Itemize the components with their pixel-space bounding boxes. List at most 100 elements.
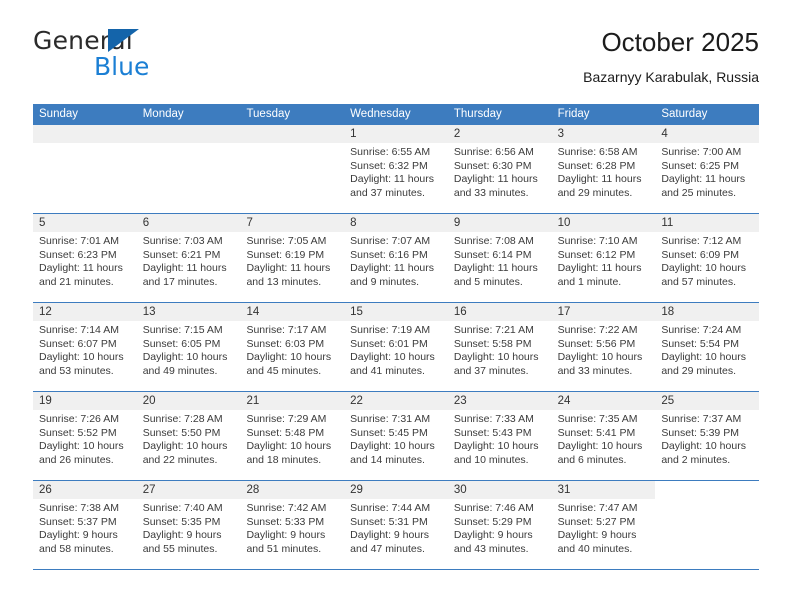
day-cell[interactable]: 17 Sunrise: 7:22 AM Sunset: 5:56 PM Dayl…	[551, 303, 656, 391]
day-cell[interactable]: 11 Sunrise: 7:12 AM Sunset: 6:09 PM Dayl…	[655, 214, 760, 302]
day-details: Sunrise: 7:14 AM Sunset: 6:07 PM Dayligh…	[33, 321, 137, 378]
sunset-text: Sunset: 5:43 PM	[453, 426, 532, 439]
day-details: Sunrise: 7:28 AM Sunset: 5:50 PM Dayligh…	[137, 410, 241, 467]
day-details: Sunrise: 7:12 AM Sunset: 6:09 PM Dayligh…	[655, 232, 759, 289]
sunset-text: Sunset: 6:12 PM	[557, 248, 636, 261]
day-cell[interactable]	[136, 125, 241, 213]
day-cell[interactable]: 23 Sunrise: 7:33 AM Sunset: 5:43 PM Dayl…	[447, 392, 552, 480]
day-details: Sunrise: 7:40 AM Sunset: 5:35 PM Dayligh…	[137, 499, 241, 556]
page-header: General Blue October 2025 Bazarnyy Karab…	[33, 26, 759, 96]
sunrise-text: Sunrise: 7:14 AM	[39, 324, 119, 336]
week-row: 26 Sunrise: 7:38 AM Sunset: 5:37 PM Dayl…	[33, 481, 759, 570]
day-details: Sunrise: 7:31 AM Sunset: 5:45 PM Dayligh…	[344, 410, 448, 467]
weekday-header-saturday: Saturday	[661, 108, 708, 120]
day-cell[interactable]: 2 Sunrise: 6:56 AM Sunset: 6:30 PM Dayli…	[447, 125, 552, 213]
day-details: Sunrise: 7:24 AM Sunset: 5:54 PM Dayligh…	[655, 321, 759, 378]
day-number: 31	[551, 481, 656, 499]
sunset-text: Sunset: 5:33 PM	[246, 515, 325, 528]
day-cell[interactable]: 10 Sunrise: 7:10 AM Sunset: 6:12 PM Dayl…	[551, 214, 656, 302]
day-cell[interactable]	[655, 481, 759, 569]
day-cell[interactable]: 15 Sunrise: 7:19 AM Sunset: 6:01 PM Dayl…	[344, 303, 448, 391]
daylight-text-line1: Daylight: 9 hours	[453, 529, 533, 542]
day-details: Sunrise: 7:15 AM Sunset: 6:05 PM Dayligh…	[137, 321, 241, 378]
day-cell[interactable]: 21 Sunrise: 7:29 AM Sunset: 5:48 PM Dayl…	[240, 392, 345, 480]
daylight-text-line1: Daylight: 11 hours	[350, 173, 435, 186]
day-cell[interactable]	[33, 125, 137, 213]
day-cell[interactable]: 6 Sunrise: 7:03 AM Sunset: 6:21 PM Dayli…	[136, 214, 241, 302]
daylight-text-line1: Daylight: 11 hours	[557, 173, 642, 186]
sunrise-text: Sunrise: 7:24 AM	[661, 324, 742, 336]
sunrise-text: Sunrise: 7:40 AM	[142, 502, 223, 514]
day-cell[interactable]: 12 Sunrise: 7:14 AM Sunset: 6:07 PM Dayl…	[33, 303, 137, 391]
day-details: Sunrise: 6:58 AM Sunset: 6:28 PM Dayligh…	[552, 143, 656, 200]
day-cell[interactable]: 9 Sunrise: 7:08 AM Sunset: 6:14 PM Dayli…	[447, 214, 552, 302]
day-details: Sunrise: 7:10 AM Sunset: 6:12 PM Dayligh…	[552, 232, 656, 289]
day-cell[interactable]: 8 Sunrise: 7:07 AM Sunset: 6:16 PM Dayli…	[344, 214, 448, 302]
day-cell[interactable]: 20 Sunrise: 7:28 AM Sunset: 5:50 PM Dayl…	[136, 392, 241, 480]
sunrise-text: Sunrise: 7:07 AM	[350, 235, 431, 247]
day-cell[interactable]: 18 Sunrise: 7:24 AM Sunset: 5:54 PM Dayl…	[655, 303, 760, 391]
sunset-text: Sunset: 6:23 PM	[39, 248, 117, 261]
daylight-text-line1: Daylight: 11 hours	[557, 262, 642, 275]
day-cell[interactable]: 22 Sunrise: 7:31 AM Sunset: 5:45 PM Dayl…	[344, 392, 448, 480]
sunset-text: Sunset: 5:50 PM	[142, 426, 221, 439]
sunset-text: Sunset: 5:29 PM	[453, 515, 532, 528]
daylight-text-line2: and 1 minute.	[557, 275, 622, 288]
daylight-text-line2: and 43 minutes.	[453, 542, 529, 555]
daylight-text-line2: and 37 minutes.	[350, 186, 425, 199]
day-number	[655, 481, 759, 499]
day-number: 24	[551, 392, 656, 410]
day-cell[interactable]: 28 Sunrise: 7:42 AM Sunset: 5:33 PM Dayl…	[240, 481, 345, 569]
sunset-text: Sunset: 6:16 PM	[350, 248, 428, 261]
day-number: 19	[33, 392, 137, 410]
daylight-text-line2: and 47 minutes.	[350, 542, 425, 555]
day-cell[interactable]	[240, 125, 345, 213]
daylight-text-line2: and 25 minutes.	[661, 186, 737, 199]
daylight-text-line1: Daylight: 10 hours	[142, 440, 228, 453]
day-cell[interactable]: 16 Sunrise: 7:21 AM Sunset: 5:58 PM Dayl…	[447, 303, 552, 391]
day-cell[interactable]: 1 Sunrise: 6:55 AM Sunset: 6:32 PM Dayli…	[344, 125, 448, 213]
day-cell[interactable]: 3 Sunrise: 6:58 AM Sunset: 6:28 PM Dayli…	[551, 125, 656, 213]
day-details: Sunrise: 6:56 AM Sunset: 6:30 PM Dayligh…	[448, 143, 552, 200]
title-block: October 2025 Bazarnyy Karabulak, Russia	[583, 26, 759, 87]
sunrise-text: Sunrise: 7:26 AM	[39, 413, 119, 425]
generalblue-logo[interactable]: General Blue	[33, 26, 233, 88]
calendar-grid: Sunday Monday Tuesday Wednesday Thursday…	[33, 104, 760, 570]
day-cell[interactable]: 13 Sunrise: 7:15 AM Sunset: 6:05 PM Dayl…	[136, 303, 241, 391]
daylight-text-line2: and 26 minutes.	[39, 453, 114, 466]
daylight-text-line1: Daylight: 11 hours	[350, 262, 435, 275]
day-number: 12	[33, 303, 137, 321]
day-cell[interactable]: 26 Sunrise: 7:38 AM Sunset: 5:37 PM Dayl…	[33, 481, 137, 569]
day-details: Sunrise: 7:08 AM Sunset: 6:14 PM Dayligh…	[448, 232, 552, 289]
sunrise-text: Sunrise: 7:15 AM	[142, 324, 223, 336]
weekday-header-friday: Friday	[557, 108, 590, 120]
day-details: Sunrise: 7:37 AM Sunset: 5:39 PM Dayligh…	[655, 410, 759, 467]
daylight-text-line2: and 22 minutes.	[142, 453, 218, 466]
day-cell[interactable]: 27 Sunrise: 7:40 AM Sunset: 5:35 PM Dayl…	[136, 481, 241, 569]
day-cell[interactable]: 7 Sunrise: 7:05 AM Sunset: 6:19 PM Dayli…	[240, 214, 345, 302]
day-cell[interactable]: 30 Sunrise: 7:46 AM Sunset: 5:29 PM Dayl…	[447, 481, 552, 569]
day-cell[interactable]: 24 Sunrise: 7:35 AM Sunset: 5:41 PM Dayl…	[551, 392, 656, 480]
sunrise-text: Sunrise: 7:03 AM	[142, 235, 223, 247]
sunrise-text: Sunrise: 7:38 AM	[39, 502, 119, 514]
sunset-text: Sunset: 5:41 PM	[557, 426, 636, 439]
day-number: 20	[136, 392, 241, 410]
sunset-text: Sunset: 5:37 PM	[39, 515, 117, 528]
day-cell[interactable]: 14 Sunrise: 7:17 AM Sunset: 6:03 PM Dayl…	[240, 303, 345, 391]
day-number	[33, 125, 137, 143]
day-cell[interactable]: 29 Sunrise: 7:44 AM Sunset: 5:31 PM Dayl…	[344, 481, 448, 569]
logo-text-blue: Blue	[94, 52, 150, 81]
day-details: Sunrise: 7:44 AM Sunset: 5:31 PM Dayligh…	[344, 499, 448, 556]
daylight-text-line1: Daylight: 10 hours	[661, 351, 746, 364]
day-cell[interactable]: 5 Sunrise: 7:01 AM Sunset: 6:23 PM Dayli…	[33, 214, 137, 302]
sunset-text: Sunset: 5:48 PM	[246, 426, 325, 439]
day-number: 3	[551, 125, 656, 143]
daylight-text-line1: Daylight: 10 hours	[557, 440, 643, 453]
daylight-text-line1: Daylight: 10 hours	[142, 351, 228, 364]
daylight-text-line2: and 21 minutes.	[39, 275, 114, 288]
day-cell[interactable]: 31 Sunrise: 7:47 AM Sunset: 5:27 PM Dayl…	[551, 481, 656, 569]
day-cell[interactable]: 4 Sunrise: 7:00 AM Sunset: 6:25 PM Dayli…	[655, 125, 760, 213]
day-cell[interactable]: 25 Sunrise: 7:37 AM Sunset: 5:39 PM Dayl…	[655, 392, 760, 480]
day-cell[interactable]: 19 Sunrise: 7:26 AM Sunset: 5:52 PM Dayl…	[33, 392, 137, 480]
calendar-page: General Blue October 2025 Bazarnyy Karab…	[0, 0, 792, 612]
